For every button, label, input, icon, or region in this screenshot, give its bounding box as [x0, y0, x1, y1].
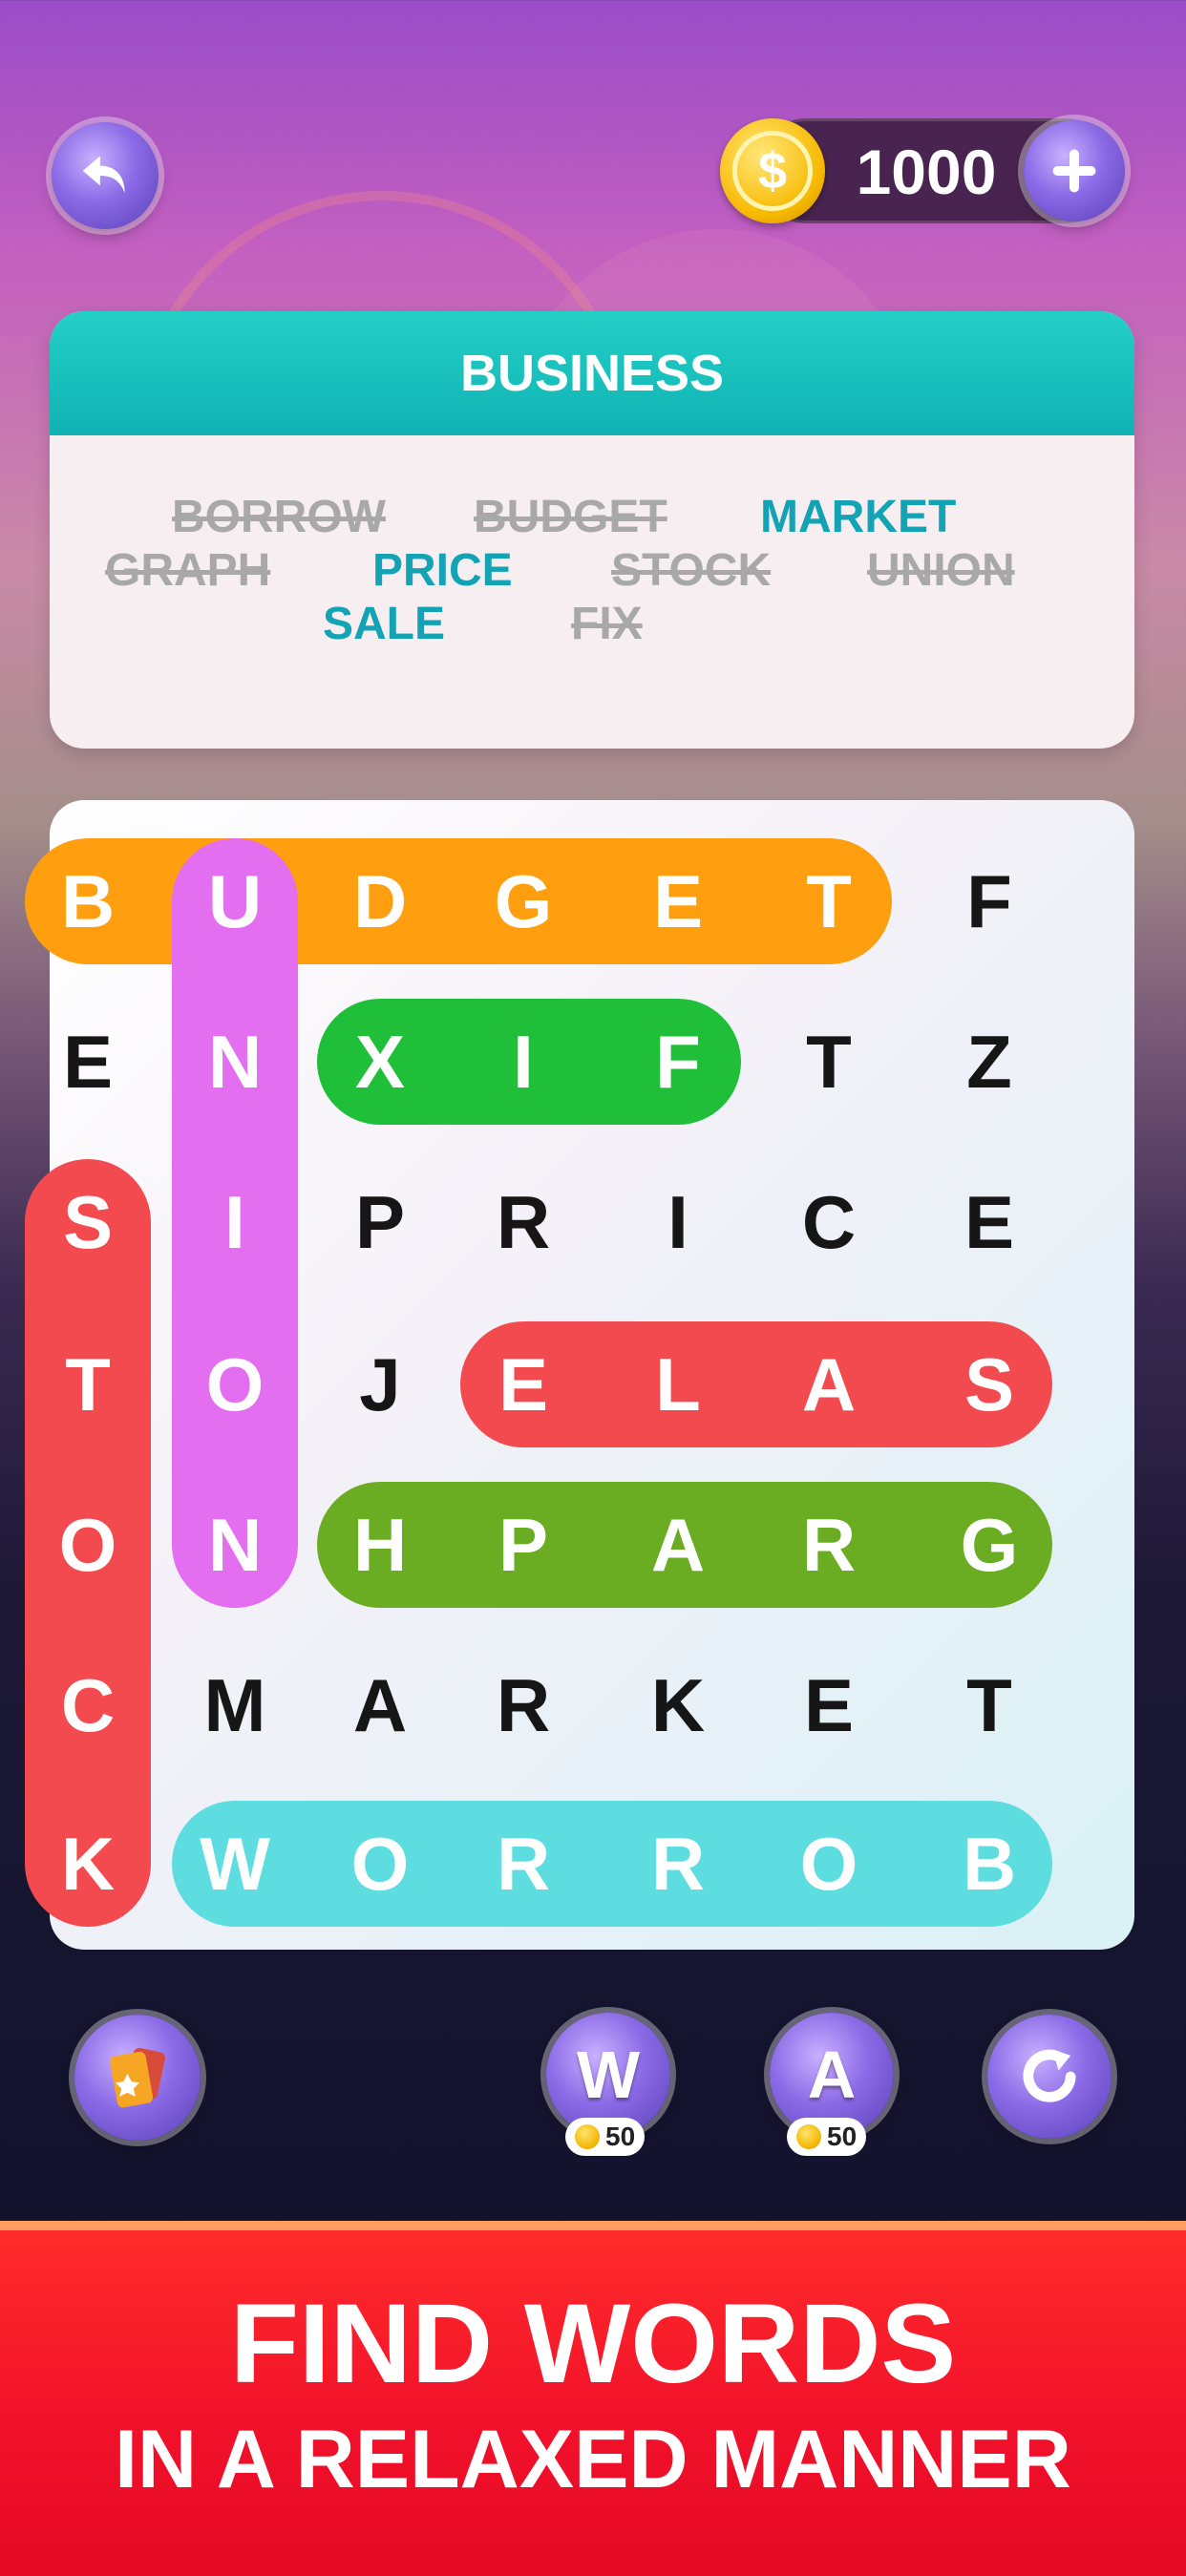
grid-cell[interactable]: I: [466, 1004, 581, 1119]
grid-cell[interactable]: X: [323, 1004, 437, 1119]
grid-cell[interactable]: O: [178, 1327, 292, 1442]
grid-cell[interactable]: O: [323, 1806, 437, 1921]
highlight-borrow: [172, 1801, 1052, 1927]
coin-icon: $: [720, 118, 825, 223]
cards-icon: [110, 2047, 165, 2108]
grid-cell[interactable]: A: [621, 1488, 735, 1602]
grid-cell[interactable]: R: [466, 1165, 581, 1279]
grid-cell[interactable]: Z: [932, 1004, 1047, 1119]
grid-cell[interactable]: R: [466, 1806, 581, 1921]
grid-cell[interactable]: E: [772, 1648, 886, 1763]
grid-cell[interactable]: T: [772, 1004, 886, 1119]
target-word-borrow: BORROW: [172, 492, 386, 542]
grid-cell[interactable]: K: [621, 1648, 735, 1763]
grid-cell[interactable]: L: [621, 1327, 735, 1442]
grid-cell[interactable]: W: [178, 1806, 292, 1921]
banner-subheadline: IN A RELAXED MANNER: [115, 2414, 1071, 2505]
letter-hint-cost-badge: 50: [787, 2118, 867, 2156]
grid-cell[interactable]: F: [932, 844, 1047, 959]
grid-cell[interactable]: N: [178, 1004, 292, 1119]
grid-cell[interactable]: P: [466, 1488, 581, 1602]
target-word-market: MARKET: [760, 492, 957, 542]
grid-cell[interactable]: A: [323, 1648, 437, 1763]
target-word-sale: SALE: [323, 599, 446, 649]
grid-cell[interactable]: S: [31, 1165, 145, 1279]
banner-headline: FIND WORDS: [229, 2281, 957, 2407]
grid-cell[interactable]: I: [178, 1165, 292, 1279]
grid-cell[interactable]: E: [466, 1327, 581, 1442]
letter-hint-cost: 50: [827, 2122, 858, 2151]
grid-cell[interactable]: E: [621, 844, 735, 959]
coin-icon: [575, 2124, 600, 2149]
grid-cell[interactable]: T: [772, 844, 886, 959]
reshuffle-icon: [1023, 2049, 1076, 2102]
grid-cell[interactable]: A: [772, 1327, 886, 1442]
grid-cell[interactable]: B: [932, 1806, 1047, 1921]
cards-button[interactable]: [74, 2015, 201, 2141]
grid-cell[interactable]: E: [31, 1004, 145, 1119]
grid-cell[interactable]: C: [31, 1648, 145, 1763]
target-word-stock: STOCK: [611, 545, 772, 596]
plus-icon: [1052, 149, 1096, 193]
highlight-budget: [25, 838, 892, 964]
back-arrow-icon: [82, 156, 125, 194]
word-list-card: BUSINESS BORROW BUDGET MARKET GRAPH PRICE STO…: [50, 311, 1134, 749]
coin-icon: [796, 2124, 821, 2149]
target-word-fix: FIX: [571, 599, 643, 649]
reshuffle-button[interactable]: [987, 2015, 1112, 2139]
grid-cell[interactable]: T: [31, 1327, 145, 1442]
grid-cell[interactable]: O: [31, 1488, 145, 1602]
word-hint-letter: W: [576, 2038, 641, 2112]
grid-cell[interactable]: K: [31, 1806, 145, 1921]
category-title: BUSINESS: [50, 311, 1134, 435]
target-word-graph: GRAPH: [105, 545, 271, 596]
target-word-union: UNION: [867, 545, 1015, 596]
grid-cell[interactable]: N: [178, 1488, 292, 1602]
grid-cell[interactable]: D: [323, 844, 437, 959]
grid-cell[interactable]: J: [323, 1327, 437, 1442]
back-button[interactable]: [52, 122, 159, 229]
grid-cell[interactable]: P: [323, 1165, 437, 1279]
grid-cell[interactable]: R: [466, 1648, 581, 1763]
word-hint-cost-badge: 50: [565, 2118, 646, 2156]
grid-cell[interactable]: E: [932, 1165, 1047, 1279]
grid-cell[interactable]: H: [323, 1488, 437, 1602]
grid-cell[interactable]: R: [772, 1488, 886, 1602]
grid-cell[interactable]: S: [932, 1327, 1047, 1442]
grid-cell[interactable]: G: [932, 1488, 1047, 1602]
grid-cell[interactable]: M: [178, 1648, 292, 1763]
grid-cell[interactable]: I: [621, 1165, 735, 1279]
target-word-budget: BUDGET: [474, 492, 667, 542]
word-hint-cost: 50: [605, 2122, 636, 2151]
letter-hint-letter: A: [807, 2038, 857, 2112]
grid-cell[interactable]: C: [772, 1165, 886, 1279]
target-word-price: PRICE: [372, 545, 513, 596]
grid-cell[interactable]: U: [178, 844, 292, 959]
coin-amount: 1000: [856, 137, 997, 207]
grid-cell[interactable]: B: [31, 844, 145, 959]
grid-cell[interactable]: G: [466, 844, 581, 959]
add-coins-button[interactable]: [1024, 120, 1125, 222]
grid-cell[interactable]: R: [621, 1806, 735, 1921]
letter-grid[interactable]: BUDGETFENXIFTZSIPRICETOJELASONHPARGCMARK…: [25, 800, 1134, 1950]
grid-cell[interactable]: F: [621, 1004, 735, 1119]
grid-cell[interactable]: T: [932, 1648, 1047, 1763]
grid-cell[interactable]: O: [772, 1806, 886, 1921]
